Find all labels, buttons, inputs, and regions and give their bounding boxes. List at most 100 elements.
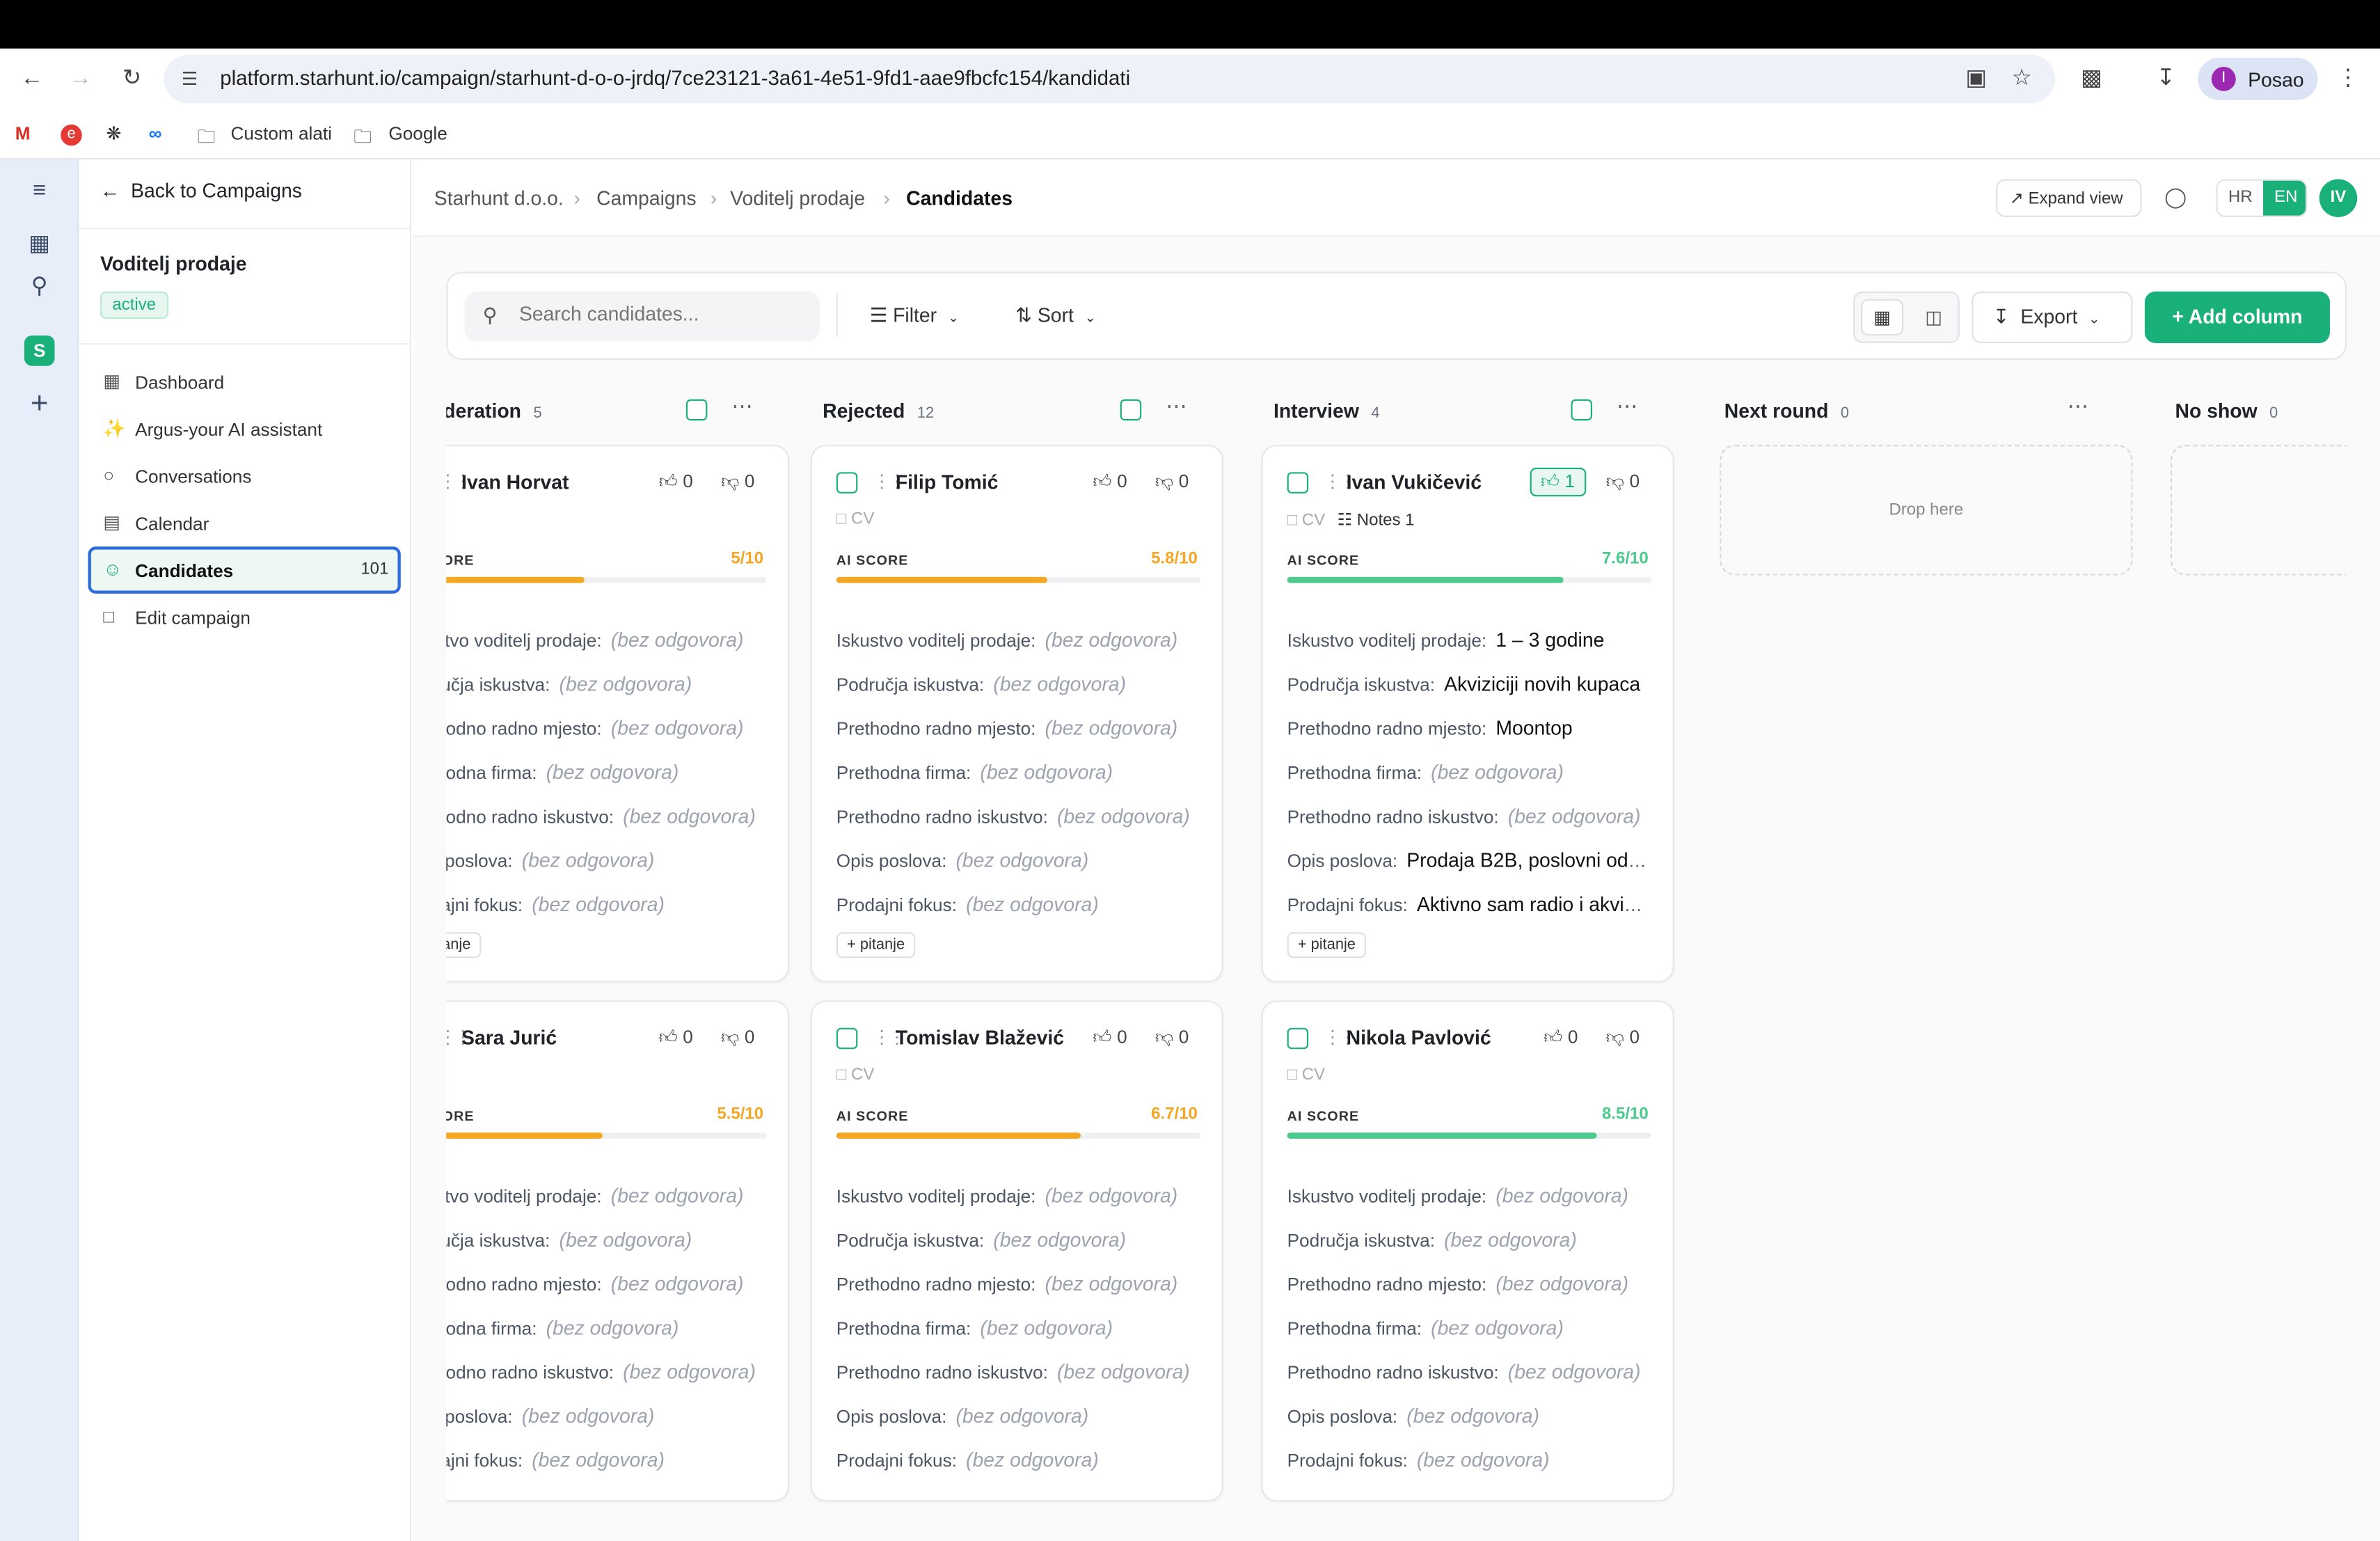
extensions-icon[interactable]: ▩ [2079, 66, 2104, 91]
field-row: Prethodna firma: (bez odgovora) [1287, 1316, 1651, 1339]
sidebar-item-dashboard[interactable]: ▦ Dashboard [88, 358, 401, 406]
cv-link[interactable]: □ CV [836, 1066, 875, 1084]
candidate-card[interactable]: ⋮⋮ Tomislav Blažević 👍︎ 0 👎︎ 0 □ CV AI SCORE 6… [810, 1000, 1223, 1502]
drop-zone[interactable]: Drop here [1720, 445, 2133, 576]
back-to-campaigns-link[interactable]: ← Back to Campaigns [100, 179, 302, 202]
filter-button[interactable]: ☰ Filter ⌄ [870, 303, 960, 328]
split-view-icon[interactable]: ◫ [1912, 299, 1955, 335]
meta-icon[interactable]: ∞ [149, 123, 162, 145]
back-arrow-icon[interactable]: ← [19, 66, 44, 91]
bookmark-star-icon[interactable]: ☆ [2010, 66, 2034, 91]
candidate-card[interactable]: ⋮⋮Sara Jurić👍︎ 0👎︎ 0□ CVAI SCORE5.5/10Is… [446, 1000, 790, 1502]
field-row: Prethodno radno iskustvo: (bez odgovora) [446, 1360, 766, 1383]
column-more-icon[interactable]: ⋯ [731, 393, 754, 419]
column-select-checkbox[interactable] [685, 399, 708, 421]
candidate-name[interactable]: Tomislav Blažević [896, 1027, 1064, 1050]
column-more-icon[interactable]: ⋯ [2068, 393, 2091, 419]
like-button[interactable]: 👍︎ 0 [659, 471, 693, 493]
column-select-checkbox[interactable] [1120, 399, 1142, 421]
site-info-icon[interactable]: ☰ [177, 67, 202, 91]
download-icon[interactable]: ↧ [2154, 66, 2178, 91]
candidate-checkbox[interactable] [836, 472, 858, 493]
search-list-icon[interactable]: ⚲ [24, 271, 55, 302]
like-button[interactable]: 👍︎ 1 [1530, 467, 1586, 497]
candidate-card[interactable]: ⋮⋮ Nikola Pavlović 👍︎ 0 👎︎ 0 □ CV AI SCORE 8.5… [1261, 1000, 1674, 1502]
field-row: Iskustvo voditelj prodaje: (bez odgovora) [446, 1184, 766, 1207]
add-question-button[interactable]: + pitanje [1287, 932, 1367, 958]
add-question-button[interactable]: + pitanje [446, 932, 482, 958]
column-more-icon[interactable]: ⋯ [1617, 393, 1640, 419]
sort-button[interactable]: ⇅ Sort ⌄ [1015, 303, 1096, 328]
sidebar-item-conversations[interactable]: ○ Conversations [88, 452, 401, 500]
collapse-menu-icon[interactable]: ≡ [24, 176, 55, 207]
profile-chip[interactable]: I Posao [2198, 57, 2318, 100]
search-input[interactable] [518, 302, 808, 325]
breadcrumb-campaign[interactable]: Voditelj prodaje [730, 187, 865, 210]
sidebar-item-candidates[interactable]: ☺ Candidates 101 [88, 546, 401, 594]
grid-icon[interactable]: ▦ [24, 229, 55, 260]
column-select-checkbox[interactable] [1571, 399, 1592, 421]
expand-view-button[interactable]: ↗ Expand view [1996, 179, 2142, 217]
like-button[interactable]: 👍︎ 0 [1093, 1027, 1127, 1050]
field-row: Prodajni fokus: (bez odgovora) [446, 1448, 766, 1471]
drop-zone[interactable] [2171, 445, 2347, 576]
gmail-icon[interactable]: M [15, 123, 31, 145]
board-view-icon[interactable]: ▦ [1861, 299, 1904, 336]
cv-link[interactable]: □ CV [1287, 512, 1326, 530]
candidate-card[interactable]: ⋮⋮ Filip Tomić 👍︎ 0 👎︎ 0 □ CV AI SCORE 5.8/10 I… [810, 445, 1223, 983]
add-column-button[interactable]: + Add column [2144, 291, 2331, 343]
bookmark-custom-alati[interactable]: Custom alati [231, 123, 332, 145]
candidate-name[interactable]: Nikola Pavlović [1347, 1027, 1491, 1050]
thumbs-down-icon: 👎︎ [721, 471, 740, 492]
plus-icon[interactable]: + [24, 388, 55, 419]
breadcrumb-campaigns[interactable]: Campaigns [596, 187, 696, 210]
export-button[interactable]: ↧ Export ⌄ [1972, 291, 2133, 343]
e-bookmark-icon[interactable]: e [61, 124, 82, 146]
lang-en-button[interactable]: EN [2263, 180, 2306, 216]
cv-link[interactable]: □ CV [836, 510, 875, 528]
like-button[interactable]: 👍︎ 0 [1544, 1027, 1578, 1050]
add-question-button[interactable]: + pitanje [836, 932, 916, 958]
candidate-name[interactable]: Ivan Vukičević [1347, 471, 1482, 493]
forward-arrow-icon[interactable]: → [68, 66, 93, 91]
starhunt-logo-icon[interactable]: S [24, 335, 55, 366]
candidate-name[interactable]: Sara Jurić [461, 1027, 557, 1050]
candidate-checkbox[interactable] [1287, 1027, 1309, 1050]
dislike-button[interactable]: 👎︎ 0 [1606, 471, 1640, 493]
cv-label: CV [1301, 512, 1326, 530]
user-avatar[interactable]: IV [2319, 179, 2358, 217]
candidate-checkbox[interactable] [1287, 472, 1309, 493]
candidate-name[interactable]: Ivan Horvat [461, 471, 569, 493]
candidate-checkbox[interactable] [836, 1027, 858, 1050]
candidate-card[interactable]: ⋮⋮Ivan Horvat👍︎ 0👎︎ 0□ CVAI SCORE5/10Isk… [446, 445, 790, 983]
cv-link[interactable]: □ CV [1287, 1066, 1326, 1084]
bookmark-google[interactable]: Google [388, 123, 447, 145]
column-more-icon[interactable]: ⋯ [1166, 393, 1189, 419]
lang-hr-button[interactable]: HR [2218, 181, 2263, 216]
dislike-button[interactable]: 👎︎ 0 [721, 1027, 754, 1050]
sidebar-item-edit-campaign[interactable]: □ Edit campaign [88, 594, 401, 641]
search-box[interactable]: ⚲ [464, 291, 820, 342]
dislike-count: 0 [1178, 1026, 1189, 1048]
dislike-button[interactable]: 👎︎ 0 [1155, 471, 1189, 493]
notes-link[interactable]: ☷ Notes 1 [1338, 512, 1415, 530]
dislike-button[interactable]: 👎︎ 0 [1155, 1027, 1189, 1050]
sidebar-item-argus-your-ai-assistant[interactable]: ✨ Argus-your AI assistant [88, 405, 401, 452]
openai-icon[interactable]: ❋ [106, 123, 122, 145]
field-label: Iskustvo voditelj prodaje: [446, 1185, 602, 1208]
browser-menu-icon[interactable]: ⋮ [2336, 66, 2361, 91]
breadcrumb-starhunt[interactable]: Starhunt d.o.o. [434, 187, 564, 210]
like-button[interactable]: 👍︎ 0 [1093, 471, 1127, 493]
dislike-count: 0 [744, 1026, 755, 1048]
like-button[interactable]: 👍︎ 0 [659, 1027, 693, 1050]
install-app-icon[interactable]: ▣ [1964, 66, 1988, 91]
thumbs-up-icon: 👍︎ [658, 1026, 678, 1048]
dislike-button[interactable]: 👎︎ 0 [1606, 1027, 1640, 1050]
dislike-button[interactable]: 👎︎ 0 [721, 471, 754, 493]
lightbulb-icon[interactable]: ◯ [2164, 185, 2187, 210]
sidebar-item-calendar[interactable]: ▤ Calendar [88, 500, 401, 547]
reload-icon[interactable]: ↻ [120, 66, 144, 91]
candidate-name[interactable]: Filip Tomić [896, 471, 999, 493]
candidate-card[interactable]: ⋮⋮ Ivan Vukičević 👍︎ 1 👎︎ 0 □ CV ☷ Notes 1 AI … [1261, 445, 1674, 983]
url-text[interactable]: platform.starhunt.io/campaign/starhunt-d… [220, 67, 1130, 90]
